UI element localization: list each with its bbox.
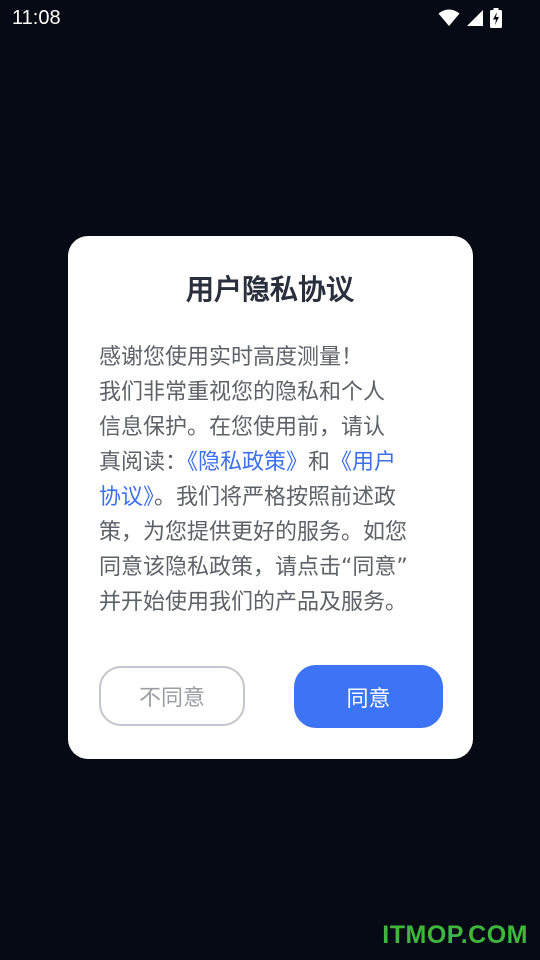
status-icons [438,8,502,28]
dialog-text-segment: 并开始使用我们的产品及服务。 [99,590,408,615]
privacy-policy-link[interactable]: 《隐私政策》 [187,450,308,475]
dialog-text-line: 策，为您提供更好的服务。如您 [99,515,444,550]
disagree-button[interactable]: 不同意 [99,666,245,726]
dialog-text-segment: 感谢您使用实时高度测量！ [99,345,364,370]
dialog-text-segment: 我们非常重视您的隐私和个人 [99,380,386,405]
dialog-text-line: 并开始使用我们的产品及服务。 [99,585,444,620]
watermark-logo: ITMOP.COM [382,921,528,949]
cellular-signal-icon [466,9,484,27]
dialog-text-segment: 和 [308,450,331,475]
status-time: 11:08 [12,7,61,29]
agree-button[interactable]: 同意 [294,665,443,728]
dialog-text-segment: 。我们将严格按照前述政 [154,485,397,510]
dialog-text-segment: 同意该隐私政策，请点击“同意” [99,555,408,580]
status-bar: 11:08 [0,0,540,36]
user-agreement-link[interactable]: 协议》 [99,485,154,510]
dialog-text-line: 真阅读：《隐私政策》和《用户 [99,445,444,480]
dialog-body-text: 感谢您使用实时高度测量！ 我们非常重视您的隐私和个人 信息保护。在您使用前，请认 真阅… [99,340,444,620]
dialog-text-line: 我们非常重视您的隐私和个人 [99,375,444,410]
dialog-text-segment: 策，为您提供更好的服务。如您 [99,520,408,545]
wifi-icon [438,9,460,27]
dialog-text-line: 协议》。我们将严格按照前述政 [99,480,444,515]
dialog-text-segment: 真阅读： [99,450,188,475]
dialog-text-line: 同意该隐私政策，请点击“同意” [99,550,444,585]
dialog-title: 用户隐私协议 [185,273,354,306]
dialog-text-line: 信息保护。在您使用前，请认 [99,410,444,445]
dialog-text-segment: 信息保护。在您使用前，请认 [99,415,386,440]
battery-charging-icon [490,8,502,28]
dialog-text-line: 感谢您使用实时高度测量！ [99,340,444,375]
user-agreement-link[interactable]: 《用户 [330,450,396,475]
